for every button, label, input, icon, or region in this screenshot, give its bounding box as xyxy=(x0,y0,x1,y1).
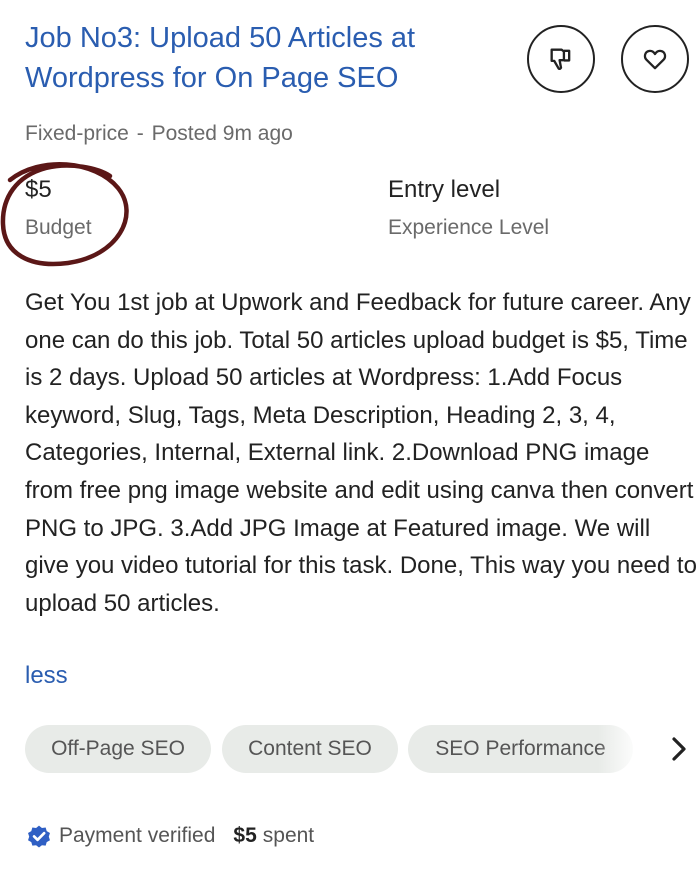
meta-separator: - xyxy=(136,122,144,145)
budget-value: $5 xyxy=(25,176,52,203)
verified-badge-icon xyxy=(25,822,53,850)
job-meta: Fixed-price - Posted 9m ago xyxy=(25,122,293,146)
hand-drawn-circle-annotation xyxy=(0,162,129,267)
heart-icon xyxy=(643,49,667,70)
posted-time: Posted 9m ago xyxy=(151,122,293,145)
skill-chip[interactable]: Content SEO xyxy=(222,725,398,773)
skill-chip[interactable]: SEO Performance xyxy=(408,725,633,773)
experience-level-label: Experience Level xyxy=(388,216,550,239)
chevron-right-icon xyxy=(672,737,686,761)
client-spent-amount: $5 xyxy=(233,824,257,847)
save-job-button[interactable] xyxy=(621,25,689,93)
job-description: Get You 1st job at Upwork and Feedback f… xyxy=(25,289,697,617)
less-link[interactable]: less xyxy=(25,662,68,690)
thumbs-down-icon xyxy=(550,48,571,71)
job-type: Fixed-price xyxy=(25,122,129,145)
client-info: Payment verified $5 spent xyxy=(25,820,314,852)
experience-level-value: Entry level xyxy=(388,176,501,203)
skills-next-button[interactable] xyxy=(662,732,696,766)
skill-chip[interactable]: Off-Page SEO xyxy=(25,725,211,773)
budget-label: Budget xyxy=(25,216,92,239)
payment-verified-label: Payment verified xyxy=(59,824,216,847)
dislike-button[interactable] xyxy=(527,25,595,93)
client-spent-label: spent xyxy=(262,824,315,847)
job-title[interactable]: Job No3: Upload 50 Articles at Wordpress… xyxy=(25,18,495,98)
